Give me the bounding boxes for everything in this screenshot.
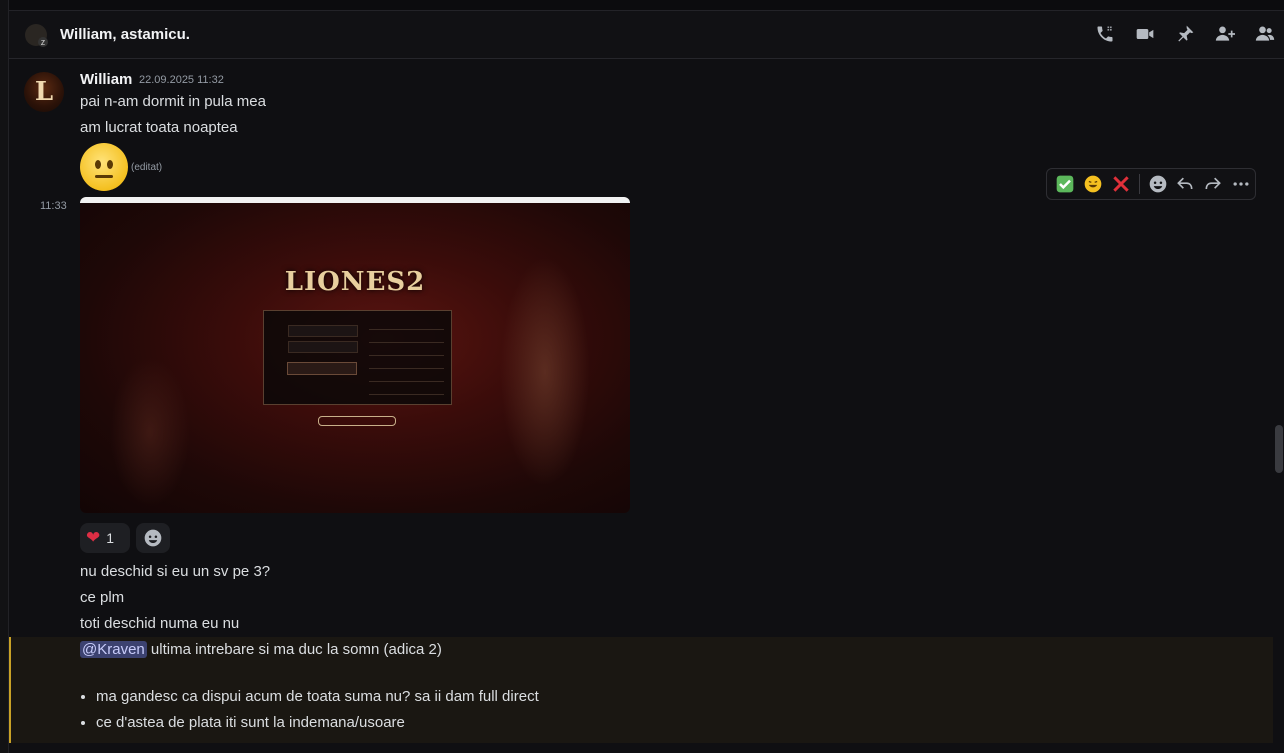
message-timestamp[interactable]: 22.09.2025 11:32: [139, 74, 224, 86]
channel-header: z William, astamicu.: [9, 11, 1284, 59]
add-reaction-icon[interactable]: [1144, 170, 1172, 198]
heart-icon: ❤: [86, 528, 101, 547]
hover-timestamp: 11:33: [40, 200, 67, 212]
channel-title: William, astamicu.: [60, 26, 190, 43]
message-author[interactable]: William: [80, 71, 132, 88]
group-dm-icon: z: [25, 23, 48, 47]
avatar[interactable]: L: [24, 72, 64, 112]
image-download-button: [318, 416, 396, 426]
image-login-panel: [263, 310, 452, 405]
toolbar-divider: [1138, 174, 1140, 194]
reaction-count: 1: [106, 530, 115, 546]
window-top-strip: [0, 0, 1284, 11]
phone-call-icon[interactable]: [1094, 23, 1116, 45]
add-reaction-button[interactable]: [136, 523, 170, 553]
message-line: nu deschid si eu un sv pe 3?: [80, 563, 271, 580]
add-friends-icon[interactable]: [1214, 23, 1236, 45]
pin-icon[interactable]: [1174, 23, 1196, 45]
smile-icon: [144, 529, 162, 547]
neutral-face-emoji: [80, 143, 128, 191]
list-item: ma gandesc ca dispui acum de toata suma …: [96, 687, 539, 713]
bullet-list: ma gandesc ca dispui acum de toata suma …: [80, 687, 539, 739]
message-line: ce plm: [80, 589, 125, 606]
video-call-icon[interactable]: [1134, 23, 1156, 45]
rofl-emoji-button[interactable]: [1079, 170, 1107, 198]
mention-message-line: @Kraven ultima intrebare si ma duc la so…: [80, 641, 442, 658]
scrollbar-thumb[interactable]: [1275, 425, 1283, 473]
user-mention[interactable]: @Kraven: [80, 641, 147, 658]
message-line: toti deschid numa eu nu: [80, 615, 240, 632]
edited-label: (editat): [131, 162, 163, 173]
reply-icon[interactable]: [1171, 170, 1199, 198]
image-window-titlebar: [80, 197, 630, 203]
message-line: pai n-am dormit in pula mea: [80, 93, 266, 110]
more-icon[interactable]: [1227, 170, 1255, 198]
attached-image[interactable]: LIONES2: [80, 197, 630, 513]
left-divider: [0, 0, 9, 753]
message-line: am lucrat toata noaptea: [80, 119, 238, 136]
message-area: L William 22.09.2025 11:32 pai n-am dorm…: [9, 59, 1273, 753]
check-emoji-button[interactable]: [1051, 170, 1079, 198]
image-game-logo: LIONES2: [284, 267, 426, 297]
forward-icon[interactable]: [1199, 170, 1227, 198]
mention-message-text: ultima intrebare si ma duc la somn (adic…: [146, 641, 442, 658]
scrollbar-track[interactable]: [1273, 59, 1284, 753]
image-character-figure: [110, 357, 190, 507]
list-item: ce d'astea de plata iti sunt la indemana…: [96, 713, 539, 739]
members-icon[interactable]: [1254, 23, 1276, 45]
message-actions-toolbar: [1046, 168, 1256, 200]
image-login-button: [287, 362, 357, 375]
cross-emoji-button[interactable]: [1107, 170, 1135, 198]
heart-reaction[interactable]: ❤ 1: [80, 523, 130, 553]
